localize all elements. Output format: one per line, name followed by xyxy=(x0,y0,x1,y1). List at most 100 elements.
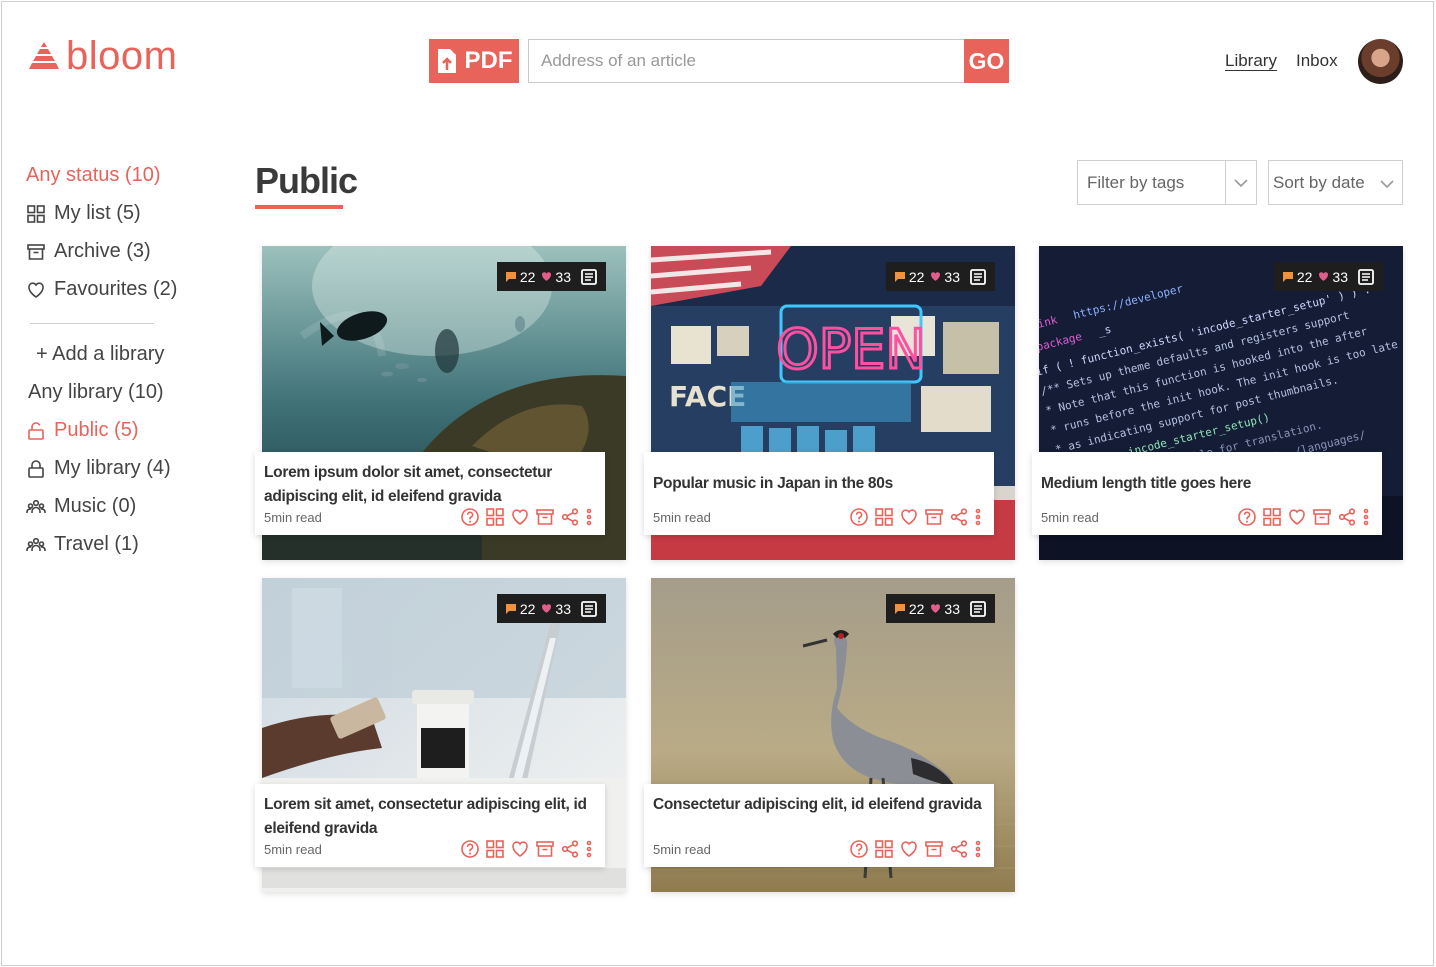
comment-icon xyxy=(1282,271,1294,283)
pdf-button-label: PDF xyxy=(464,47,513,74)
archive-icon xyxy=(26,242,46,262)
article-actions xyxy=(460,839,593,859)
share-action-icon[interactable] xyxy=(560,839,580,859)
help-action-icon[interactable] xyxy=(849,839,869,859)
article-stats-badge: 22 33 xyxy=(496,594,606,623)
share-action-icon[interactable] xyxy=(949,839,969,859)
archive-action-icon[interactable] xyxy=(924,839,944,859)
chevron-down-icon xyxy=(1380,173,1394,193)
grid-action-icon[interactable] xyxy=(874,507,894,527)
sidebar-library-my-library[interactable]: My library (4) xyxy=(26,457,171,480)
sidebar-library-any-library[interactable]: Any library (10) xyxy=(28,381,164,404)
document-icon[interactable] xyxy=(969,268,987,286)
archive-action-icon[interactable] xyxy=(1312,507,1332,527)
archive-action-icon[interactable] xyxy=(535,839,555,859)
archive-action-icon[interactable] xyxy=(535,507,555,527)
heart-action-icon[interactable] xyxy=(1287,507,1307,527)
help-action-icon[interactable] xyxy=(460,507,480,527)
grid-icon xyxy=(26,204,46,224)
sidebar-status-any-status[interactable]: Any status (10) xyxy=(26,164,161,187)
sidebar-item-label: Any library (10) xyxy=(28,381,164,403)
heart-icon xyxy=(541,603,552,614)
sidebar-status-favourites[interactable]: Favourites (2) xyxy=(26,278,177,301)
comment-icon xyxy=(505,271,517,283)
pdf-upload-button[interactable]: PDF xyxy=(429,39,519,83)
user-avatar[interactable] xyxy=(1358,39,1403,84)
help-action-icon[interactable] xyxy=(1237,507,1257,527)
heart-icon xyxy=(930,271,941,282)
heart-action-icon[interactable] xyxy=(899,507,919,527)
sidebar-item-label: My library (4) xyxy=(54,457,171,479)
grid-action-icon[interactable] xyxy=(874,839,894,859)
go-button[interactable]: GO xyxy=(964,39,1009,83)
article-title[interactable]: Popular music in Japan in the 80s xyxy=(653,472,893,496)
unlock-icon xyxy=(26,421,46,441)
share-action-icon[interactable] xyxy=(560,507,580,527)
more-action-icon[interactable] xyxy=(585,839,593,859)
sidebar-library-travel[interactable]: Travel (1) xyxy=(26,533,139,556)
comment-count: 22 xyxy=(505,269,535,285)
article-title[interactable]: Lorem sit amet, consectetur adipiscing e… xyxy=(264,793,596,841)
more-action-icon[interactable] xyxy=(585,507,593,527)
article-title[interactable]: Lorem ipsum dolor sit amet, consectetur … xyxy=(264,461,596,509)
bloom-logo[interactable]: bloom xyxy=(26,36,177,76)
article-card[interactable]: 22 33 Consectetur adipiscing elit, id el… xyxy=(644,578,1015,892)
like-count-value: 33 xyxy=(1332,268,1348,285)
help-action-icon[interactable] xyxy=(849,507,869,527)
group-icon xyxy=(26,497,46,517)
heart-action-icon[interactable] xyxy=(510,839,530,859)
read-time: 5min read xyxy=(264,842,322,857)
document-icon[interactable] xyxy=(1357,268,1375,286)
more-action-icon[interactable] xyxy=(974,507,982,527)
filter-by-tags-dropdown[interactable]: Filter by tags xyxy=(1077,160,1257,205)
sidebar-status-my-list[interactable]: My list (5) xyxy=(26,202,141,225)
share-action-icon[interactable] xyxy=(949,507,969,527)
article-caption[interactable]: Popular music in Japan in the 80s 5min r… xyxy=(644,452,994,535)
grid-action-icon[interactable] xyxy=(1262,507,1282,527)
heart-icon xyxy=(930,603,941,614)
nav-inbox-link[interactable]: Inbox xyxy=(1296,51,1338,71)
article-card[interactable]: @link https://developer @package _s if ( !… xyxy=(1032,246,1403,560)
title-underline xyxy=(255,205,343,209)
comment-count: 22 xyxy=(1282,268,1313,285)
like-count: 33 xyxy=(930,601,960,617)
article-title[interactable]: Medium length title goes here xyxy=(1041,472,1251,496)
comment-count-value: 22 xyxy=(1296,268,1313,285)
article-actions xyxy=(1237,507,1370,527)
article-caption[interactable]: Medium length title goes here 5min read xyxy=(1032,452,1382,535)
grid-action-icon[interactable] xyxy=(485,507,505,527)
article-stats-badge: 22 33 xyxy=(1273,262,1383,291)
archive-action-icon[interactable] xyxy=(924,507,944,527)
like-count-value: 33 xyxy=(555,600,571,617)
article-caption[interactable]: Lorem ipsum dolor sit amet, consectetur … xyxy=(255,452,605,535)
comment-count: 22 xyxy=(505,601,535,617)
sidebar-status-archive[interactable]: Archive (3) xyxy=(26,240,151,263)
article-card[interactable]: 22 33 Lorem sit amet, consectetur adipis… xyxy=(255,578,626,892)
more-action-icon[interactable] xyxy=(1362,507,1370,527)
logo-text: bloom xyxy=(66,34,178,78)
more-action-icon[interactable] xyxy=(974,839,982,859)
article-card[interactable]: OPEN FACE 22 33 Popular music in Japan i… xyxy=(644,246,1015,560)
sidebar-item-label: Public (5) xyxy=(54,419,139,441)
comment-count: 22 xyxy=(894,601,924,617)
nav-library-link[interactable]: Library xyxy=(1225,51,1277,71)
document-icon[interactable] xyxy=(580,268,598,286)
document-icon[interactable] xyxy=(580,600,598,618)
share-action-icon[interactable] xyxy=(1337,507,1357,527)
article-address-input[interactable] xyxy=(528,39,964,83)
article-caption[interactable]: Lorem sit amet, consectetur adipiscing e… xyxy=(255,784,605,867)
sidebar-library-add-a-library[interactable]: + Add a library xyxy=(36,343,164,366)
document-icon[interactable] xyxy=(969,600,987,618)
article-caption[interactable]: Consectetur adipiscing elit, id eleifend… xyxy=(644,784,994,867)
help-action-icon[interactable] xyxy=(460,839,480,859)
read-time: 5min read xyxy=(653,842,711,857)
heart-action-icon[interactable] xyxy=(899,839,919,859)
lock-icon xyxy=(26,459,46,479)
heart-action-icon[interactable] xyxy=(510,507,530,527)
grid-action-icon[interactable] xyxy=(485,839,505,859)
sidebar-library-music[interactable]: Music (0) xyxy=(26,495,136,518)
sidebar-library-public[interactable]: Public (5) xyxy=(26,419,138,442)
sort-dropdown[interactable]: Sort by date xyxy=(1268,160,1403,205)
article-card[interactable]: 22 33 Lorem ipsum dolor sit amet, consec… xyxy=(255,246,626,560)
article-title[interactable]: Consectetur adipiscing elit, id eleifend… xyxy=(653,793,985,817)
